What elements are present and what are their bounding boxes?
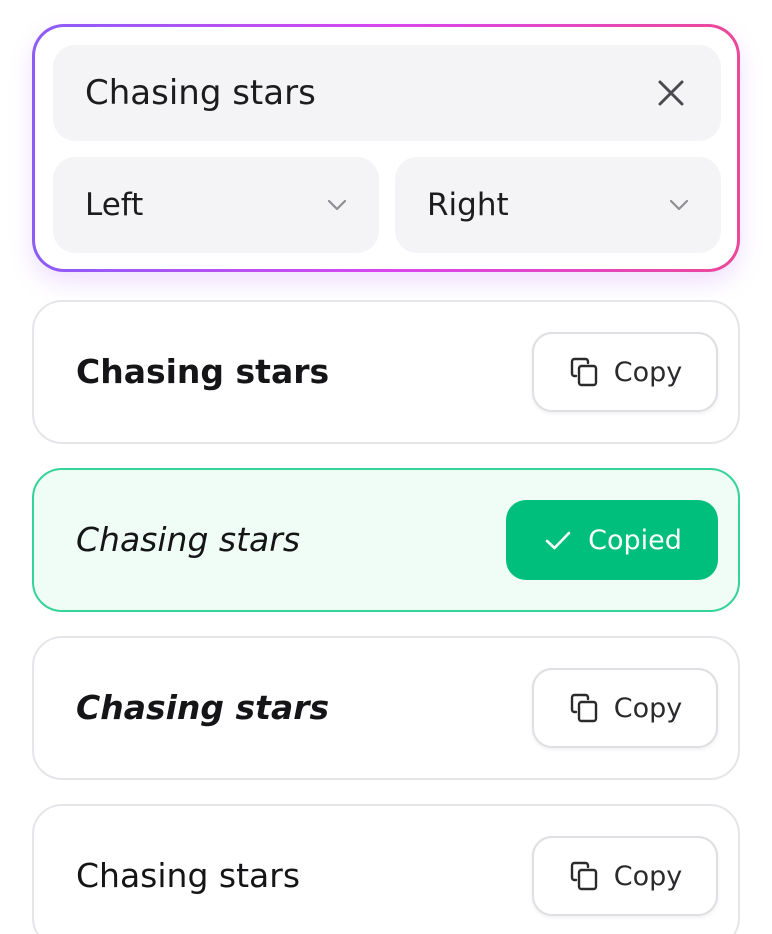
right-select-label: Right: [427, 187, 509, 223]
result-row-regular: Chasing stars Copy: [32, 804, 740, 934]
result-row-bold: Chasing stars Copy: [32, 300, 740, 444]
result-text: Chasing stars: [76, 520, 301, 559]
check-icon: [545, 531, 571, 550]
copy-button[interactable]: Copy: [532, 836, 718, 916]
chevron-down-icon: [669, 199, 689, 211]
search-input[interactable]: [85, 45, 625, 141]
right-select[interactable]: Right: [395, 157, 721, 253]
result-text: Chasing stars: [76, 688, 330, 727]
copy-button[interactable]: Copy: [532, 668, 718, 748]
clear-button[interactable]: [649, 71, 693, 115]
search-field[interactable]: [53, 45, 721, 141]
result-text: Chasing stars: [76, 856, 301, 895]
copy-icon: [570, 357, 597, 387]
result-row-bold-italic: Chasing stars Copy: [32, 636, 740, 780]
copy-button-label: Copy: [613, 860, 683, 892]
left-select[interactable]: Left: [53, 157, 379, 253]
copy-icon: [570, 693, 597, 723]
font-style-generator: Left Right Chasing stars Copy Chasing st…: [0, 0, 772, 934]
close-icon: [658, 80, 684, 106]
copy-button[interactable]: Copy: [532, 332, 718, 412]
copied-button-label: Copied: [588, 524, 682, 556]
left-select-label: Left: [85, 187, 144, 223]
copy-icon: [570, 861, 597, 891]
result-row-italic: Chasing stars Copied: [32, 468, 740, 612]
chevron-down-icon: [327, 199, 347, 211]
search-panel: Left Right: [32, 24, 740, 272]
result-text: Chasing stars: [76, 352, 330, 391]
copied-button[interactable]: Copied: [506, 500, 718, 580]
copy-button-label: Copy: [613, 692, 683, 724]
copy-button-label: Copy: [613, 356, 683, 388]
